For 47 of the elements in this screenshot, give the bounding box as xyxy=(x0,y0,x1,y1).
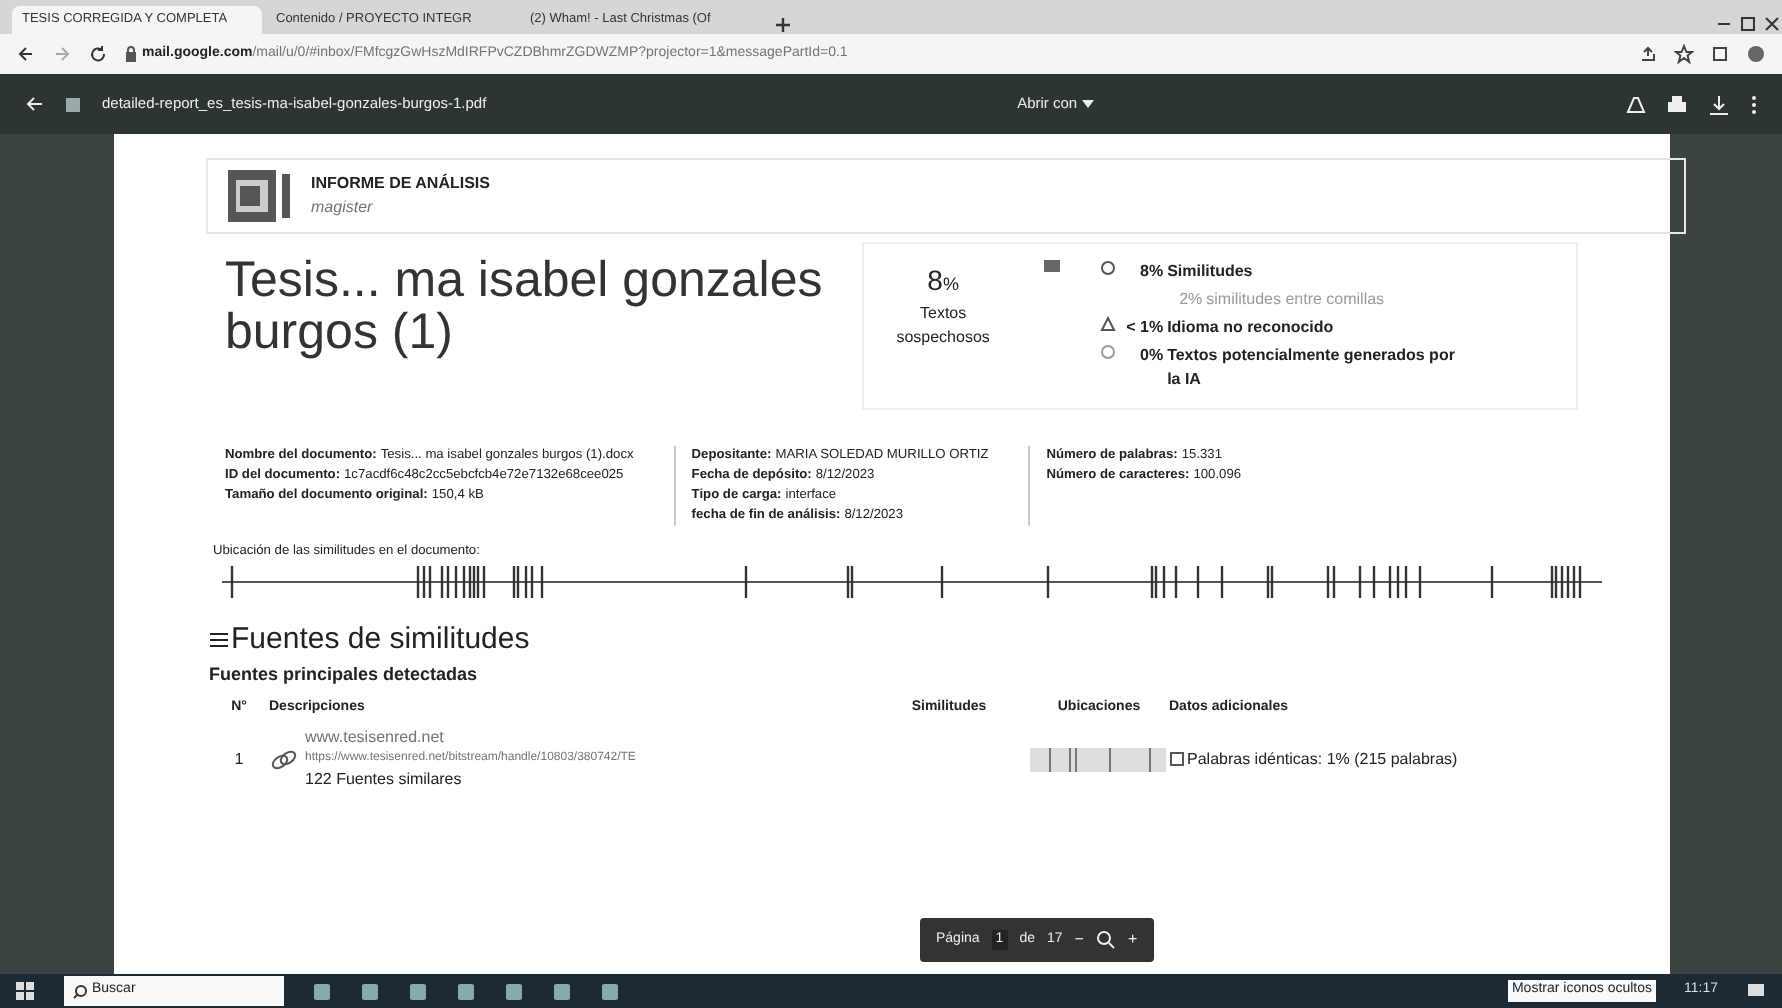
breakdown-percent: 8% xyxy=(1138,260,1164,284)
profile-icon[interactable] xyxy=(1746,44,1766,64)
back-arrow-icon[interactable] xyxy=(16,44,36,64)
similar-sources: 122 Fuentes similares xyxy=(305,768,464,793)
start-icon[interactable] xyxy=(16,981,36,1001)
breakdown-label: Idioma no reconocido xyxy=(1167,316,1334,340)
document-title: Tesis... ma isabel gonzales burgos (1) xyxy=(225,254,825,358)
ai-icon xyxy=(1099,344,1116,360)
list-icon xyxy=(209,632,227,649)
print-icon[interactable] xyxy=(1666,93,1689,115)
forward-arrow-icon xyxy=(52,44,72,64)
caret-icon xyxy=(1081,100,1094,108)
search-icon xyxy=(72,983,88,999)
breakdown-label: Similitudes xyxy=(1167,260,1253,284)
language-icon xyxy=(1099,316,1116,332)
breakdown-label: similitudes entre comillas xyxy=(1206,288,1385,312)
breakdown-percent: 0% xyxy=(1138,344,1164,368)
report-subtitle: magister xyxy=(311,196,375,220)
document-icon xyxy=(1169,752,1183,767)
locations-mini-drawing xyxy=(1029,747,1165,772)
breakdown-percent: < 1% xyxy=(1124,316,1164,340)
section-subheading: Fuentes principales detectadas xyxy=(209,662,480,689)
zoom-icon[interactable] xyxy=(1095,930,1116,950)
score-value: 8% xyxy=(925,262,961,300)
download-icon[interactable] xyxy=(1708,93,1731,115)
additional-data: Palabras idénticas: 1% (215 palabras) xyxy=(1187,747,1458,772)
link-icon xyxy=(269,747,297,772)
breakdown-percent: 2% xyxy=(1179,288,1203,312)
breakdown-label: Textos potencialmente generados por la IA xyxy=(1167,344,1457,392)
lock-icon xyxy=(124,46,138,62)
score-label: Textos sospechosos xyxy=(894,302,992,350)
zoom-in-button[interactable]: + xyxy=(1127,928,1138,952)
section-heading: Fuentes de similitudes xyxy=(231,619,530,660)
zoom-out-button[interactable]: − xyxy=(1074,928,1084,952)
close-icon[interactable] xyxy=(1762,14,1782,34)
source-site[interactable]: www.tesisenred.net xyxy=(305,726,636,751)
table-cell-text: 1 xyxy=(232,747,246,772)
maximize-icon[interactable] xyxy=(1738,14,1758,34)
report-title: INFORME DE ANÁLISIS xyxy=(311,172,490,196)
more-icon[interactable] xyxy=(1750,93,1759,115)
share-icon[interactable] xyxy=(1638,44,1658,64)
reload-icon[interactable] xyxy=(88,44,108,64)
star-icon[interactable] xyxy=(1674,44,1694,64)
similarity-icon xyxy=(1099,260,1116,276)
logo-icon xyxy=(227,170,295,222)
document-icon xyxy=(64,95,82,113)
new-tab-icon[interactable] xyxy=(774,16,792,34)
